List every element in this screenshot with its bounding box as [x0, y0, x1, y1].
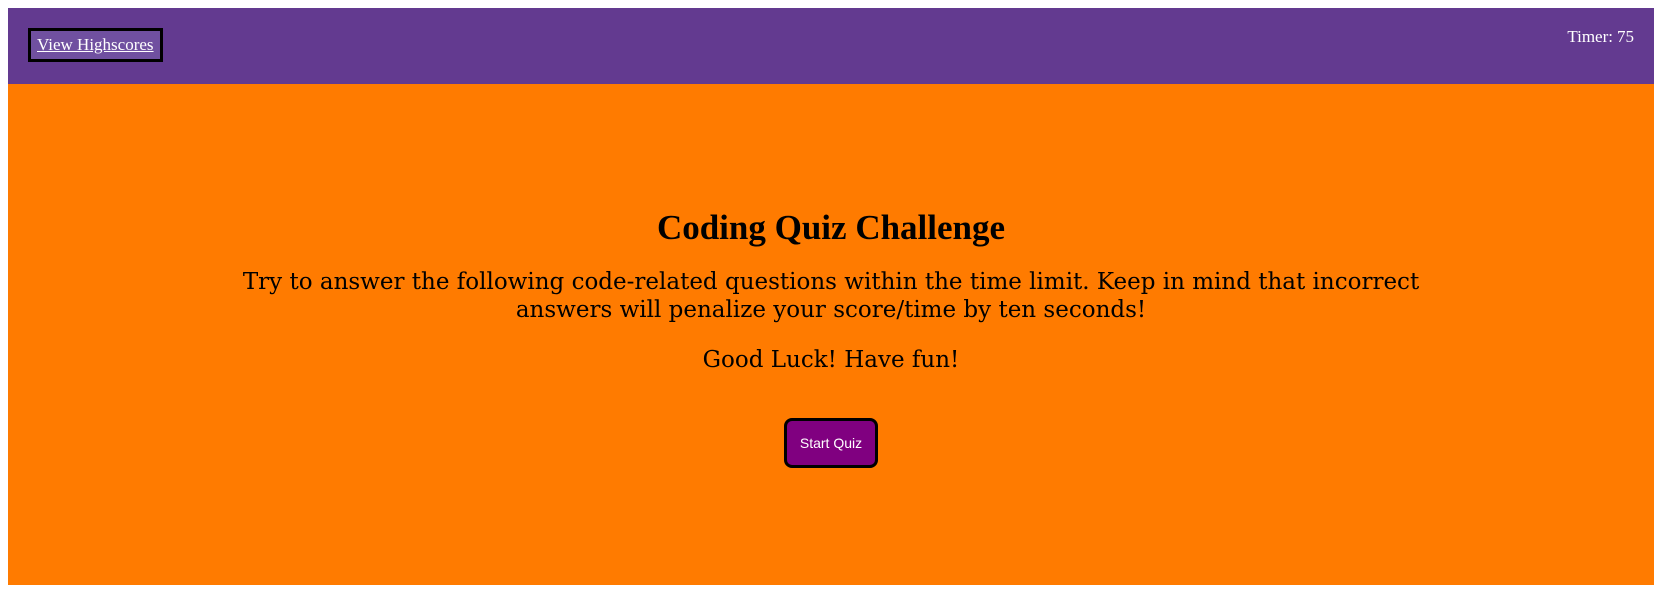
- quiz-instructions: Try to answer the following code-related…: [242, 269, 1420, 323]
- timer: Timer: 75: [1567, 27, 1634, 47]
- header-bar: View Highscores Timer: 75: [8, 8, 1654, 84]
- start-screen: Coding Quiz Challenge Try to answer the …: [8, 208, 1654, 468]
- page-title: Coding Quiz Challenge: [656, 208, 1006, 247]
- page-container: View Highscores Timer: 75 Coding Quiz Cha…: [8, 8, 1654, 585]
- start-quiz-button[interactable]: Start Quiz: [784, 418, 878, 468]
- good-luck-message: Good Luck! Have fun!: [702, 347, 960, 373]
- view-highscores-link[interactable]: View Highscores: [28, 28, 163, 62]
- timer-label: Timer:: [1567, 27, 1613, 46]
- timer-value: 75: [1617, 27, 1634, 46]
